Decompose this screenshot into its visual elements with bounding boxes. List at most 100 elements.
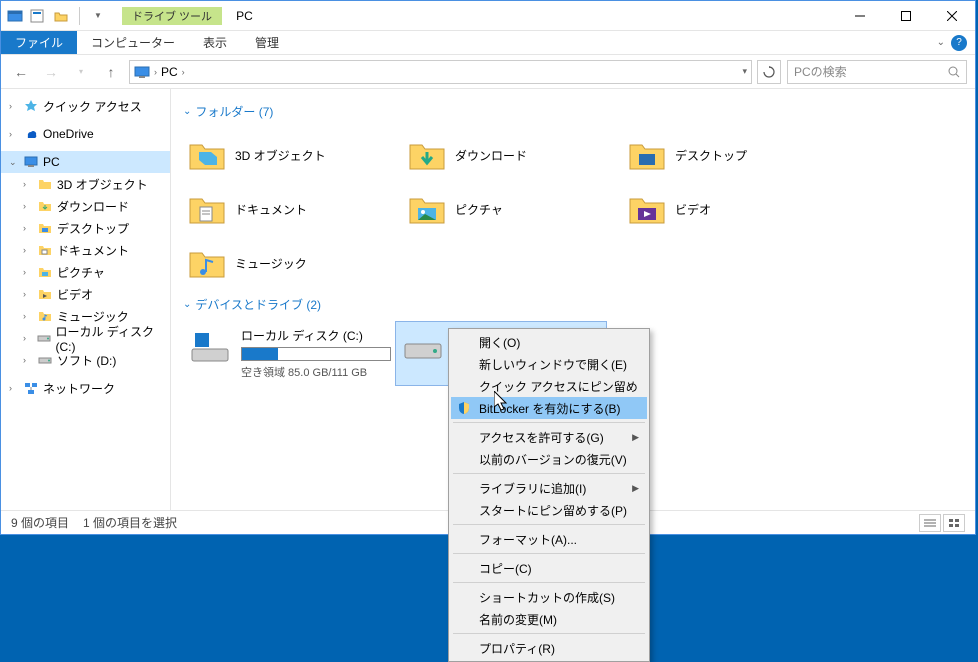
tab-file[interactable]: ファイル: [1, 31, 77, 54]
tree-onedrive[interactable]: › OneDrive: [1, 123, 170, 145]
context-menu-item[interactable]: 開く(O): [451, 331, 647, 353]
context-menu-item[interactable]: ショートカットの作成(S): [451, 586, 647, 608]
view-details-button[interactable]: [919, 514, 941, 532]
chevron-right-icon[interactable]: ›: [23, 201, 33, 211]
chevron-right-icon[interactable]: ›: [23, 179, 33, 189]
maximize-button[interactable]: [883, 1, 929, 31]
drive-tools-tab[interactable]: ドライブ ツール: [122, 7, 222, 25]
context-menu-item[interactable]: アクセスを許可する(G)▶: [451, 426, 647, 448]
chevron-right-icon[interactable]: ›: [23, 333, 32, 343]
tree-downloads[interactable]: ›ダウンロード: [1, 195, 170, 217]
context-menu-item[interactable]: クイック アクセスにピン留め: [451, 375, 647, 397]
nav-fwd-button[interactable]: →: [39, 60, 63, 84]
minimize-button[interactable]: [837, 1, 883, 31]
context-menu-separator: [453, 524, 645, 525]
group-folders-header[interactable]: ⌄ フォルダー (7): [183, 103, 963, 120]
context-menu-separator: [453, 473, 645, 474]
network-icon: [23, 380, 39, 396]
nav-recent-dropdown[interactable]: ▾: [69, 60, 93, 84]
folder-label: ミュージック: [235, 255, 307, 272]
chevron-down-icon[interactable]: ⌄: [9, 157, 19, 168]
folder-icon: [37, 176, 53, 192]
star-icon: [23, 98, 39, 114]
tree-pc[interactable]: ⌄ PC: [1, 151, 170, 173]
group-drives-header[interactable]: ⌄ デバイスとドライブ (2): [183, 296, 963, 313]
context-menu-label: スタートにピン留めする(P): [479, 502, 627, 519]
folder-documents[interactable]: ドキュメント: [183, 182, 403, 236]
context-menu-item[interactable]: BitLocker を有効にする(B): [451, 397, 647, 419]
search-input[interactable]: PCの検索: [787, 60, 967, 84]
folder-downloads[interactable]: ダウンロード: [403, 128, 623, 182]
tree-videos[interactable]: ›ビデオ: [1, 283, 170, 305]
folder-desktop[interactable]: デスクトップ: [623, 128, 843, 182]
folder-videos[interactable]: ビデオ: [623, 182, 843, 236]
chevron-right-icon[interactable]: ›: [23, 289, 33, 299]
chevron-right-icon[interactable]: ›: [23, 311, 33, 321]
folder-3d-objects[interactable]: 3D オブジェクト: [183, 128, 403, 182]
context-menu-item[interactable]: プロパティ(R): [451, 637, 647, 659]
context-menu-item[interactable]: 新しいウィンドウで開く(E): [451, 353, 647, 375]
3d-objects-icon: [187, 135, 227, 175]
close-button[interactable]: [929, 1, 975, 31]
drive-info: ローカル ディスク (C:) 空き領域 85.0 GB/111 GB: [241, 327, 391, 380]
tree-quick-access[interactable]: › クイック アクセス: [1, 95, 170, 117]
chevron-down-icon: ⌄: [183, 299, 191, 310]
chevron-right-icon[interactable]: ›: [9, 101, 19, 111]
tree-3d-objects[interactable]: ›3D オブジェクト: [1, 173, 170, 195]
context-menu-label: 開く(O): [479, 334, 520, 351]
folder-label: ピクチャ: [455, 201, 503, 218]
chevron-right-icon[interactable]: ›: [23, 355, 33, 365]
address-dropdown-icon[interactable]: ▾: [742, 66, 747, 77]
tree-label: OneDrive: [43, 127, 94, 141]
tab-computer[interactable]: コンピューター: [77, 31, 189, 54]
context-menu: 開く(O) 新しいウィンドウで開く(E) クイック アクセスにピン留め BitLock…: [448, 328, 650, 662]
view-icons-button[interactable]: [943, 514, 965, 532]
tree-network[interactable]: › ネットワーク: [1, 377, 170, 399]
folder-music[interactable]: ミュージック: [183, 236, 403, 290]
folder-label: ビデオ: [675, 201, 711, 218]
context-menu-label: ライブラリに追加(I): [479, 480, 586, 497]
tree-pictures[interactable]: ›ピクチャ: [1, 261, 170, 283]
context-menu-item[interactable]: 名前の変更(M): [451, 608, 647, 630]
tab-manage[interactable]: 管理: [241, 31, 293, 54]
context-menu-item[interactable]: コピー(C): [451, 557, 647, 579]
qat-separator: [79, 7, 80, 25]
chevron-right-icon[interactable]: ›: [23, 223, 33, 233]
nav-back-button[interactable]: ←: [9, 60, 33, 84]
context-menu-item[interactable]: スタートにピン留めする(P): [451, 499, 647, 521]
qat-dropdown-icon[interactable]: ▼: [88, 6, 108, 26]
context-menu-item[interactable]: フォーマット(A)...: [451, 528, 647, 550]
folder-pictures[interactable]: ピクチャ: [403, 182, 623, 236]
tree-desktop[interactable]: ›デスクトップ: [1, 217, 170, 239]
cloud-icon: [23, 126, 39, 142]
context-menu-item[interactable]: ライブラリに追加(I)▶: [451, 477, 647, 499]
chevron-right-icon[interactable]: ›: [23, 245, 33, 255]
qat-properties-icon[interactable]: [27, 6, 47, 26]
context-menu-label: クイック アクセスにピン留め: [479, 378, 638, 395]
help-icon[interactable]: ?: [951, 35, 967, 51]
os-drive-icon: [189, 327, 231, 369]
context-menu-separator: [453, 582, 645, 583]
tree-label: PC: [43, 155, 60, 169]
drive-local-c[interactable]: ローカル ディスク (C:) 空き領域 85.0 GB/111 GB: [183, 321, 395, 386]
qat-new-folder-icon[interactable]: [51, 6, 71, 26]
tree-documents[interactable]: ›ドキュメント: [1, 239, 170, 261]
tree-label: ソフト (D:): [57, 352, 116, 369]
address-box[interactable]: › PC › ▾: [129, 60, 752, 84]
chevron-right-icon[interactable]: ›: [23, 267, 33, 277]
titlebar-controls: [837, 1, 975, 31]
chevron-right-icon[interactable]: ›: [9, 383, 19, 393]
context-menu-item[interactable]: 以前のバージョンの復元(V): [451, 448, 647, 470]
tree-label: ネットワーク: [43, 380, 115, 397]
nav-up-button[interactable]: ↑: [99, 60, 123, 84]
ribbon-collapse-icon[interactable]: ⌄: [937, 37, 945, 48]
shield-icon: [455, 399, 473, 417]
context-menu-label: アクセスを許可する(G): [479, 429, 604, 446]
tree-local-disk-c[interactable]: ›ローカル ディスク (C:): [1, 327, 170, 349]
tab-view[interactable]: 表示: [189, 31, 241, 54]
folder-label: デスクトップ: [675, 147, 747, 164]
refresh-button[interactable]: [757, 60, 781, 84]
context-menu-separator: [453, 633, 645, 634]
context-menu-separator: [453, 553, 645, 554]
chevron-right-icon[interactable]: ›: [9, 129, 19, 139]
